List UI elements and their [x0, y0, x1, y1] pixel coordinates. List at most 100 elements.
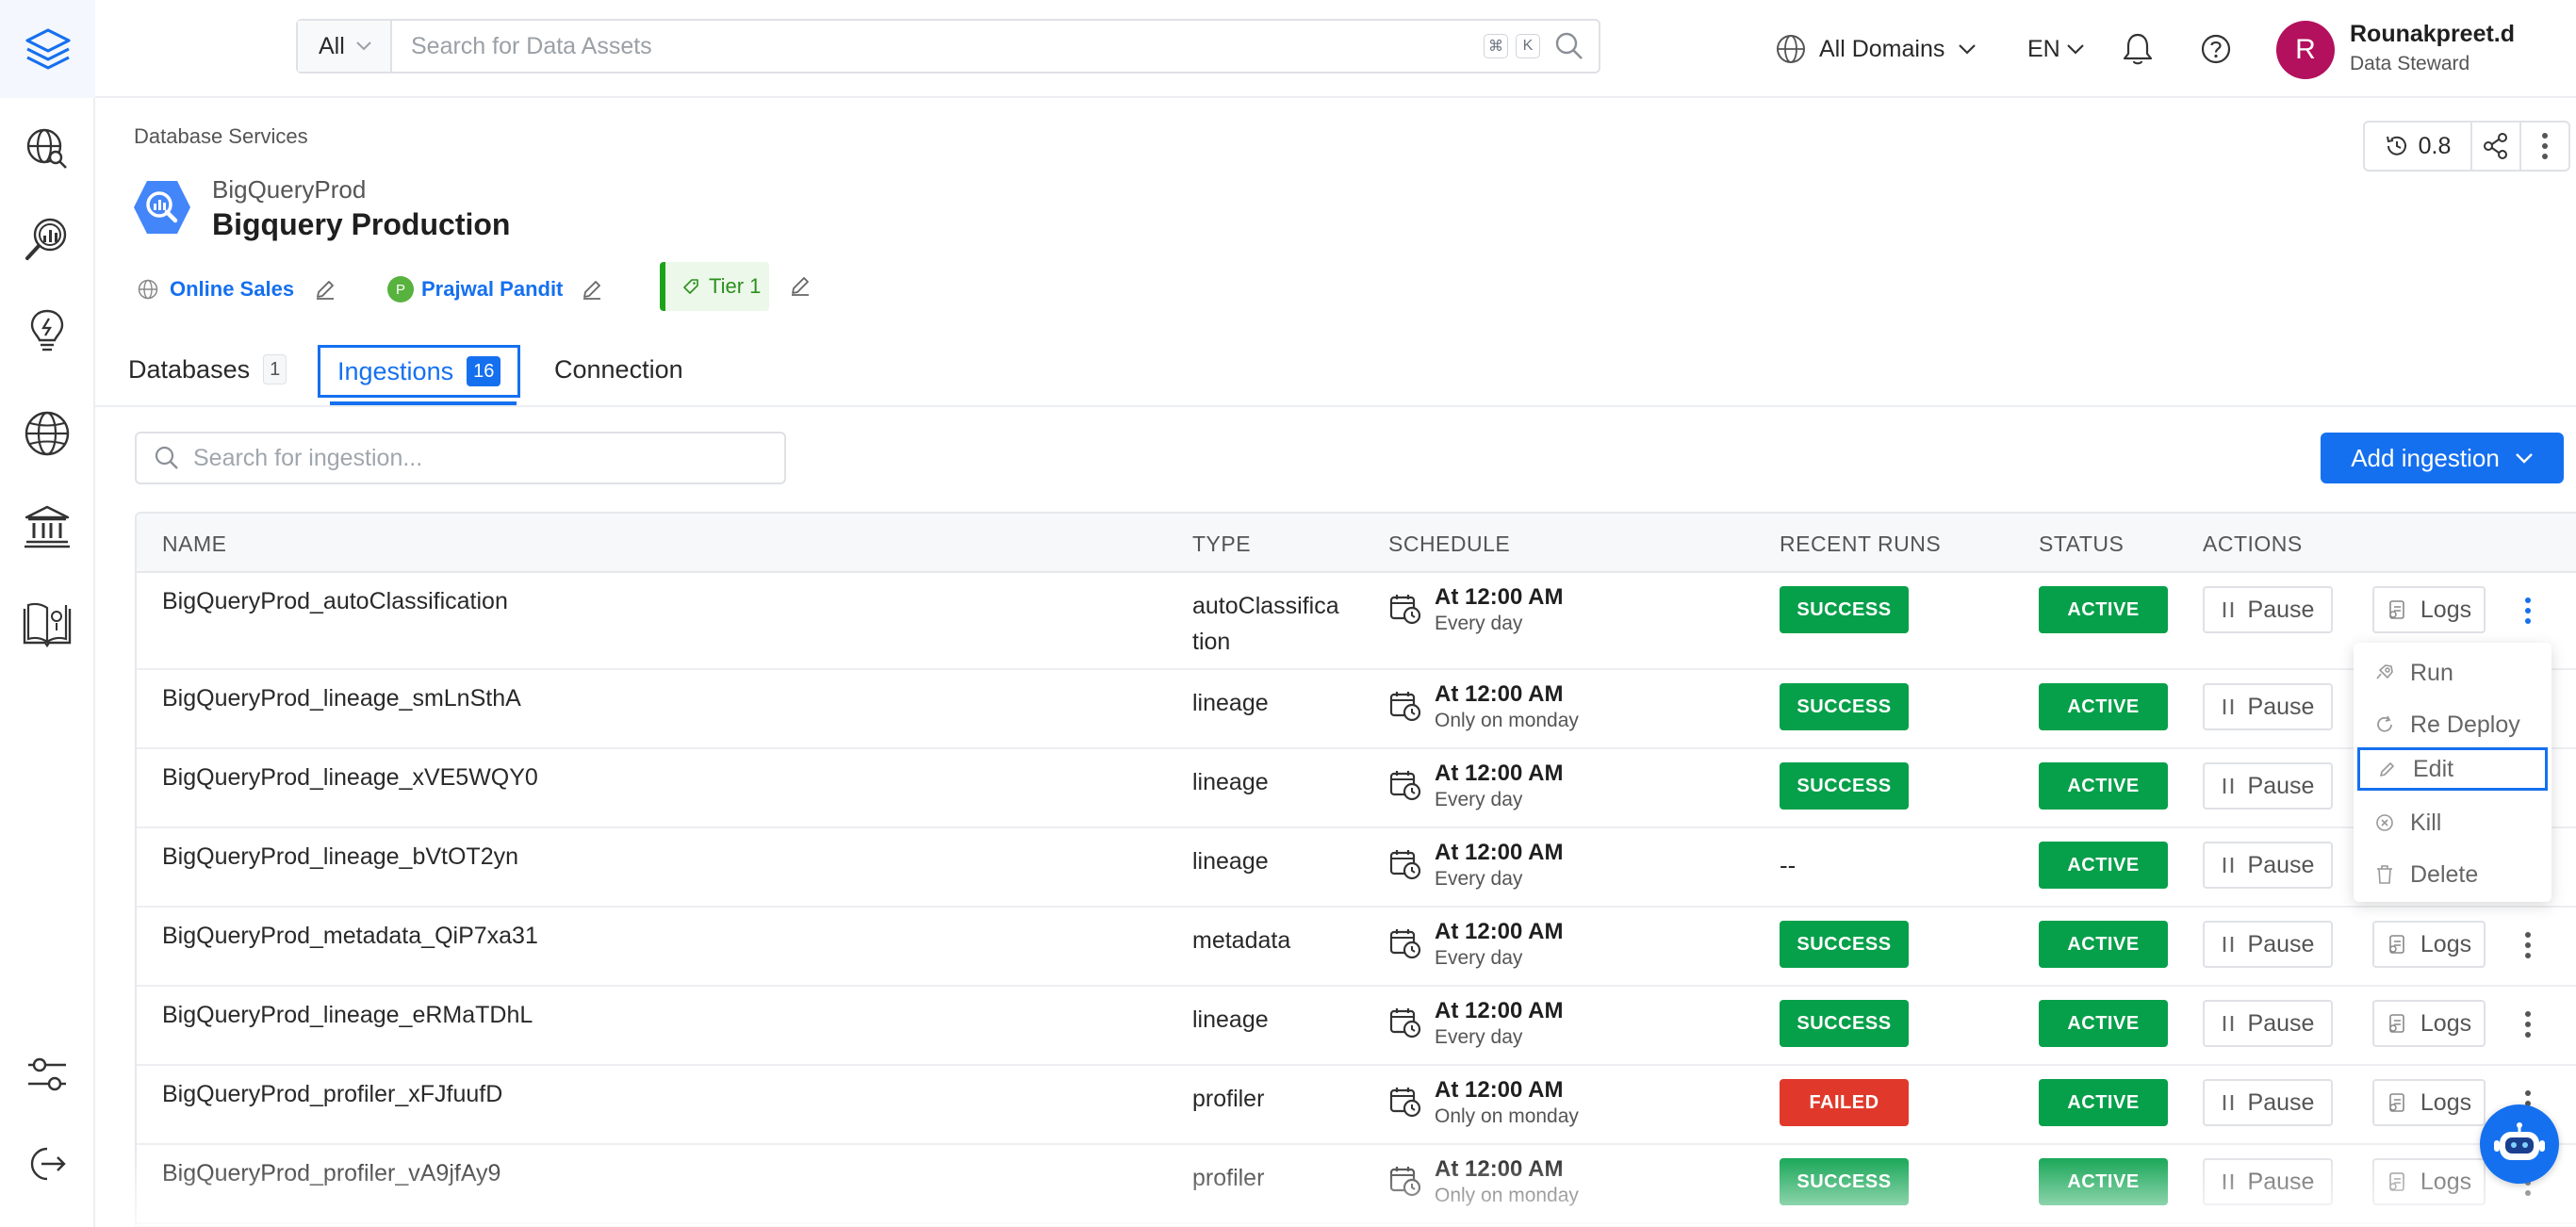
edit-icon[interactable] [788, 273, 812, 298]
search-icon[interactable] [1553, 30, 1585, 62]
insights-icon[interactable] [17, 302, 77, 362]
observability-icon[interactable] [17, 209, 77, 270]
recent-run-badge[interactable]: SUCCESS [1780, 586, 1909, 633]
column-header-schedule: SCHEDULE [1388, 532, 1511, 556]
user-name[interactable]: Rounakpreet.d [2350, 21, 2515, 48]
menu-item-delete[interactable]: Delete [2357, 854, 2548, 895]
logout-icon[interactable] [17, 1134, 77, 1194]
edit-icon[interactable] [580, 277, 604, 302]
menu-item-run[interactable]: Run [2357, 652, 2548, 694]
header-actions: 0.8 [2363, 121, 2570, 172]
logs-button[interactable]: Logs [2372, 586, 2486, 633]
recent-run-badge[interactable]: SUCCESS [1780, 762, 1909, 810]
table-row[interactable]: BigQueryProd_metadata_QiP7xa31 metadata At… [137, 908, 2576, 987]
table-row[interactable]: BigQueryProd_lineage_eRMaTDhL lineage At 1… [137, 987, 2576, 1066]
ingestion-name[interactable]: BigQueryProd_lineage_eRMaTDhL [162, 1002, 533, 1029]
history-icon [2386, 136, 2406, 155]
domains-icon[interactable] [17, 403, 77, 464]
pause-icon [2223, 1095, 2233, 1110]
row-more-actions-icon[interactable] [2519, 926, 2537, 964]
glossary-icon[interactable] [17, 594, 77, 654]
table-row[interactable]: BigQueryProd_lineage_smLnSthA lineage At 1… [137, 670, 2576, 749]
column-header-actions: ACTIONS [2203, 532, 2303, 556]
schedule-frequency: Every day [1435, 613, 1523, 634]
recent-run-badge[interactable]: SUCCESS [1780, 1000, 1909, 1047]
logs-button[interactable]: Logs [2372, 1000, 2486, 1047]
breadcrumb[interactable]: Database Services [134, 124, 308, 149]
ingestion-search-input[interactable] [193, 444, 759, 472]
pause-button[interactable]: Pause [2203, 586, 2333, 633]
share-icon [2484, 133, 2507, 159]
pause-button[interactable]: Pause [2203, 762, 2333, 810]
domain-link[interactable]: Online Sales [170, 277, 294, 302]
pause-button[interactable]: Pause [2203, 1000, 2333, 1047]
menu-item-edit[interactable]: Edit [2357, 747, 2548, 791]
logs-button[interactable]: Logs [2372, 1158, 2486, 1205]
share-button[interactable] [2472, 123, 2521, 170]
table-row[interactable]: BigQueryProd_lineage_xVE5WQY0 lineage At 1… [137, 749, 2576, 828]
schedule-cell: At 12:00 AM Every day [1435, 919, 1563, 970]
pause-button[interactable]: Pause [2203, 683, 2333, 730]
recent-run-badge[interactable]: SUCCESS [1780, 683, 1909, 730]
search-filter-select[interactable]: All [298, 21, 392, 72]
search-input[interactable] [392, 32, 1484, 60]
recent-run-badge[interactable]: SUCCESS [1780, 921, 1909, 968]
domain-selector[interactable]: All Domains [1776, 0, 1977, 98]
menu-item-kill[interactable]: Kill [2357, 802, 2548, 843]
pause-button[interactable]: Pause [2203, 921, 2333, 968]
pause-label: Pause [2247, 772, 2315, 799]
active-tab-indicator [330, 401, 517, 405]
schedule-cell: At 12:00 AM Only on monday [1435, 1156, 1579, 1207]
table-row[interactable]: BigQueryProd_autoClassification autoClass… [137, 573, 2576, 670]
ingestion-name[interactable]: BigQueryProd_lineage_smLnSthA [162, 685, 521, 712]
ingestion-search [135, 432, 786, 484]
edit-icon[interactable] [313, 277, 337, 302]
row-more-actions-icon[interactable] [2519, 592, 2537, 630]
chatbot-button[interactable] [2480, 1104, 2559, 1184]
status-badge: ACTIVE [2039, 842, 2168, 889]
calendar-clock-icon [1389, 595, 1421, 625]
help-icon[interactable] [2200, 0, 2232, 98]
ingestion-name[interactable]: BigQueryProd_metadata_QiP7xa31 [162, 923, 538, 950]
table-row[interactable]: BigQueryProd_lineage_bVtOT2yn lineage At 1… [137, 828, 2576, 908]
table-row[interactable]: BigQueryProd_profiler_xFJfuufD profiler At… [137, 1066, 2576, 1145]
avatar[interactable]: R [2276, 21, 2335, 79]
calendar-clock-icon [1389, 692, 1421, 722]
notifications-bell-icon[interactable] [2122, 0, 2154, 98]
pause-button[interactable]: Pause [2203, 1079, 2333, 1126]
schedule-time: At 12:00 AM [1435, 584, 1564, 610]
ingestion-name[interactable]: BigQueryProd_lineage_bVtOT2yn [162, 843, 518, 871]
row-more-actions-icon[interactable] [2519, 1006, 2537, 1043]
language-selector[interactable]: EN [2027, 0, 2085, 98]
menu-item-redeploy[interactable]: Re Deploy [2357, 704, 2548, 745]
pause-button[interactable]: Pause [2203, 842, 2333, 889]
settings-icon[interactable] [17, 1044, 77, 1104]
recent-run-badge[interactable]: SUCCESS [1780, 1158, 1909, 1205]
explore-icon[interactable] [17, 119, 77, 179]
governance-icon[interactable] [17, 496, 77, 556]
add-ingestion-button[interactable]: Add ingestion [2321, 433, 2564, 483]
owner-link[interactable]: Prajwal Pandit [421, 277, 563, 302]
ingestion-name[interactable]: BigQueryProd_profiler_vA9jfAy9 [162, 1160, 500, 1187]
ingestion-name[interactable]: BigQueryProd_profiler_xFJfuufD [162, 1081, 502, 1108]
ingestion-name[interactable]: BigQueryProd_autoClassification [162, 588, 508, 615]
table-row[interactable]: BigQueryProd_profiler_vA9jfAy9 profiler At… [137, 1145, 2576, 1224]
schedule-frequency: Only on monday [1435, 710, 1579, 731]
version-button[interactable]: 0.8 [2365, 123, 2472, 170]
layers-logo-icon[interactable] [0, 0, 95, 98]
edit-icon [2380, 762, 2394, 777]
pause-button[interactable]: Pause [2203, 1158, 2333, 1205]
tab-ingestions[interactable]: Ingestions 16 [318, 345, 521, 398]
tier-tag[interactable]: Tier 1 [660, 262, 769, 311]
tab-databases[interactable]: Databases 1 [128, 345, 287, 394]
menu-item-label: Kill [2410, 809, 2442, 836]
search-filter-label: All [319, 32, 345, 59]
tab-connection[interactable]: Connection [554, 345, 683, 394]
more-options-button[interactable] [2521, 123, 2568, 170]
recent-run-badge[interactable]: FAILED [1780, 1079, 1909, 1126]
ingestion-name[interactable]: BigQueryProd_lineage_xVE5WQY0 [162, 764, 538, 792]
pause-label: Pause [2247, 693, 2315, 720]
logs-button[interactable]: Logs [2372, 921, 2486, 968]
logs-button[interactable]: Logs [2372, 1079, 2486, 1126]
recent-run-empty: -- [1780, 851, 1797, 879]
